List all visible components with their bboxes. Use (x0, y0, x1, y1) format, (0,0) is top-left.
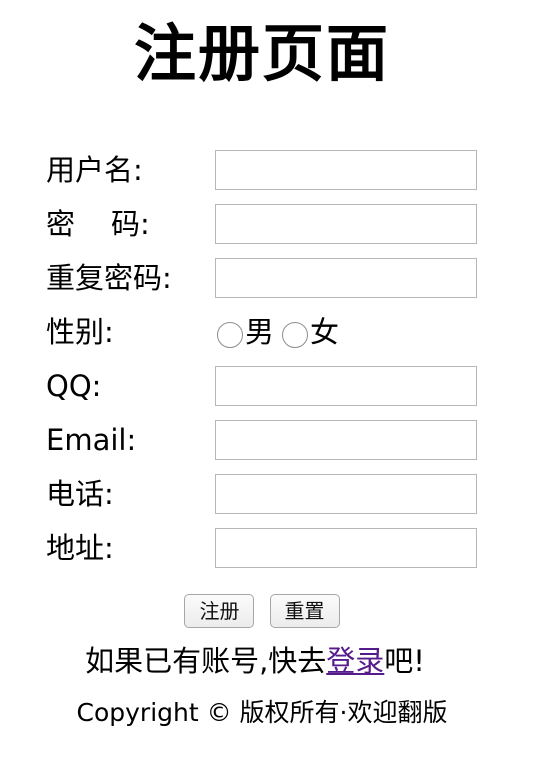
address-label: 地址: (46, 531, 114, 565)
gender-label: 性别: (46, 315, 114, 349)
qq-label: QQ: (46, 369, 102, 403)
login-link[interactable]: 登录 (326, 644, 384, 678)
username-row: 用户名: (46, 150, 486, 192)
password-label-part-1: 密 (46, 207, 76, 241)
gender-options: 男 女 (217, 312, 347, 352)
address-row: 地址: (46, 528, 486, 570)
phone-input[interactable] (215, 474, 477, 514)
form-actions: 注册 重置 (0, 594, 524, 628)
address-input[interactable] (215, 528, 477, 568)
reset-button[interactable]: 重置 (269, 594, 340, 628)
gender-male-label[interactable]: 男 (245, 312, 274, 352)
username-label: 用户名: (46, 153, 143, 187)
password-label-part-2: 码: (111, 207, 150, 241)
username-input[interactable] (215, 150, 477, 190)
confirm-password-input[interactable] (215, 258, 477, 298)
password-label: 密 码: (46, 204, 150, 244)
email-row: Email: (46, 420, 486, 462)
confirm-password-row: 重复密码: (46, 258, 486, 300)
qq-row: QQ: (46, 366, 486, 408)
qq-input[interactable] (215, 366, 477, 406)
phone-row: 电话: (46, 474, 486, 516)
gender-female-label[interactable]: 女 (310, 312, 339, 352)
page-title: 注册页面 (133, 17, 390, 90)
email-input[interactable] (215, 420, 477, 460)
register-button[interactable]: 注册 (184, 594, 255, 628)
copyright-footer: Copyright © 版权所有·欢迎翻版 (76, 698, 448, 727)
gender-male-radio[interactable] (217, 322, 243, 348)
login-prompt-prefix: 如果已有账号,快去 (85, 644, 327, 678)
login-prompt: 如果已有账号,快去登录吧! (0, 638, 510, 684)
phone-label: 电话: (46, 477, 114, 511)
login-prompt-suffix: 吧! (384, 644, 425, 678)
password-input[interactable] (215, 204, 477, 244)
confirm-password-label: 重复密码: (46, 261, 172, 295)
gender-row: 性别: 男 女 (46, 312, 486, 354)
gender-female-radio[interactable] (282, 322, 309, 348)
password-row: 密 码: (46, 204, 486, 246)
email-label: Email: (46, 423, 137, 457)
